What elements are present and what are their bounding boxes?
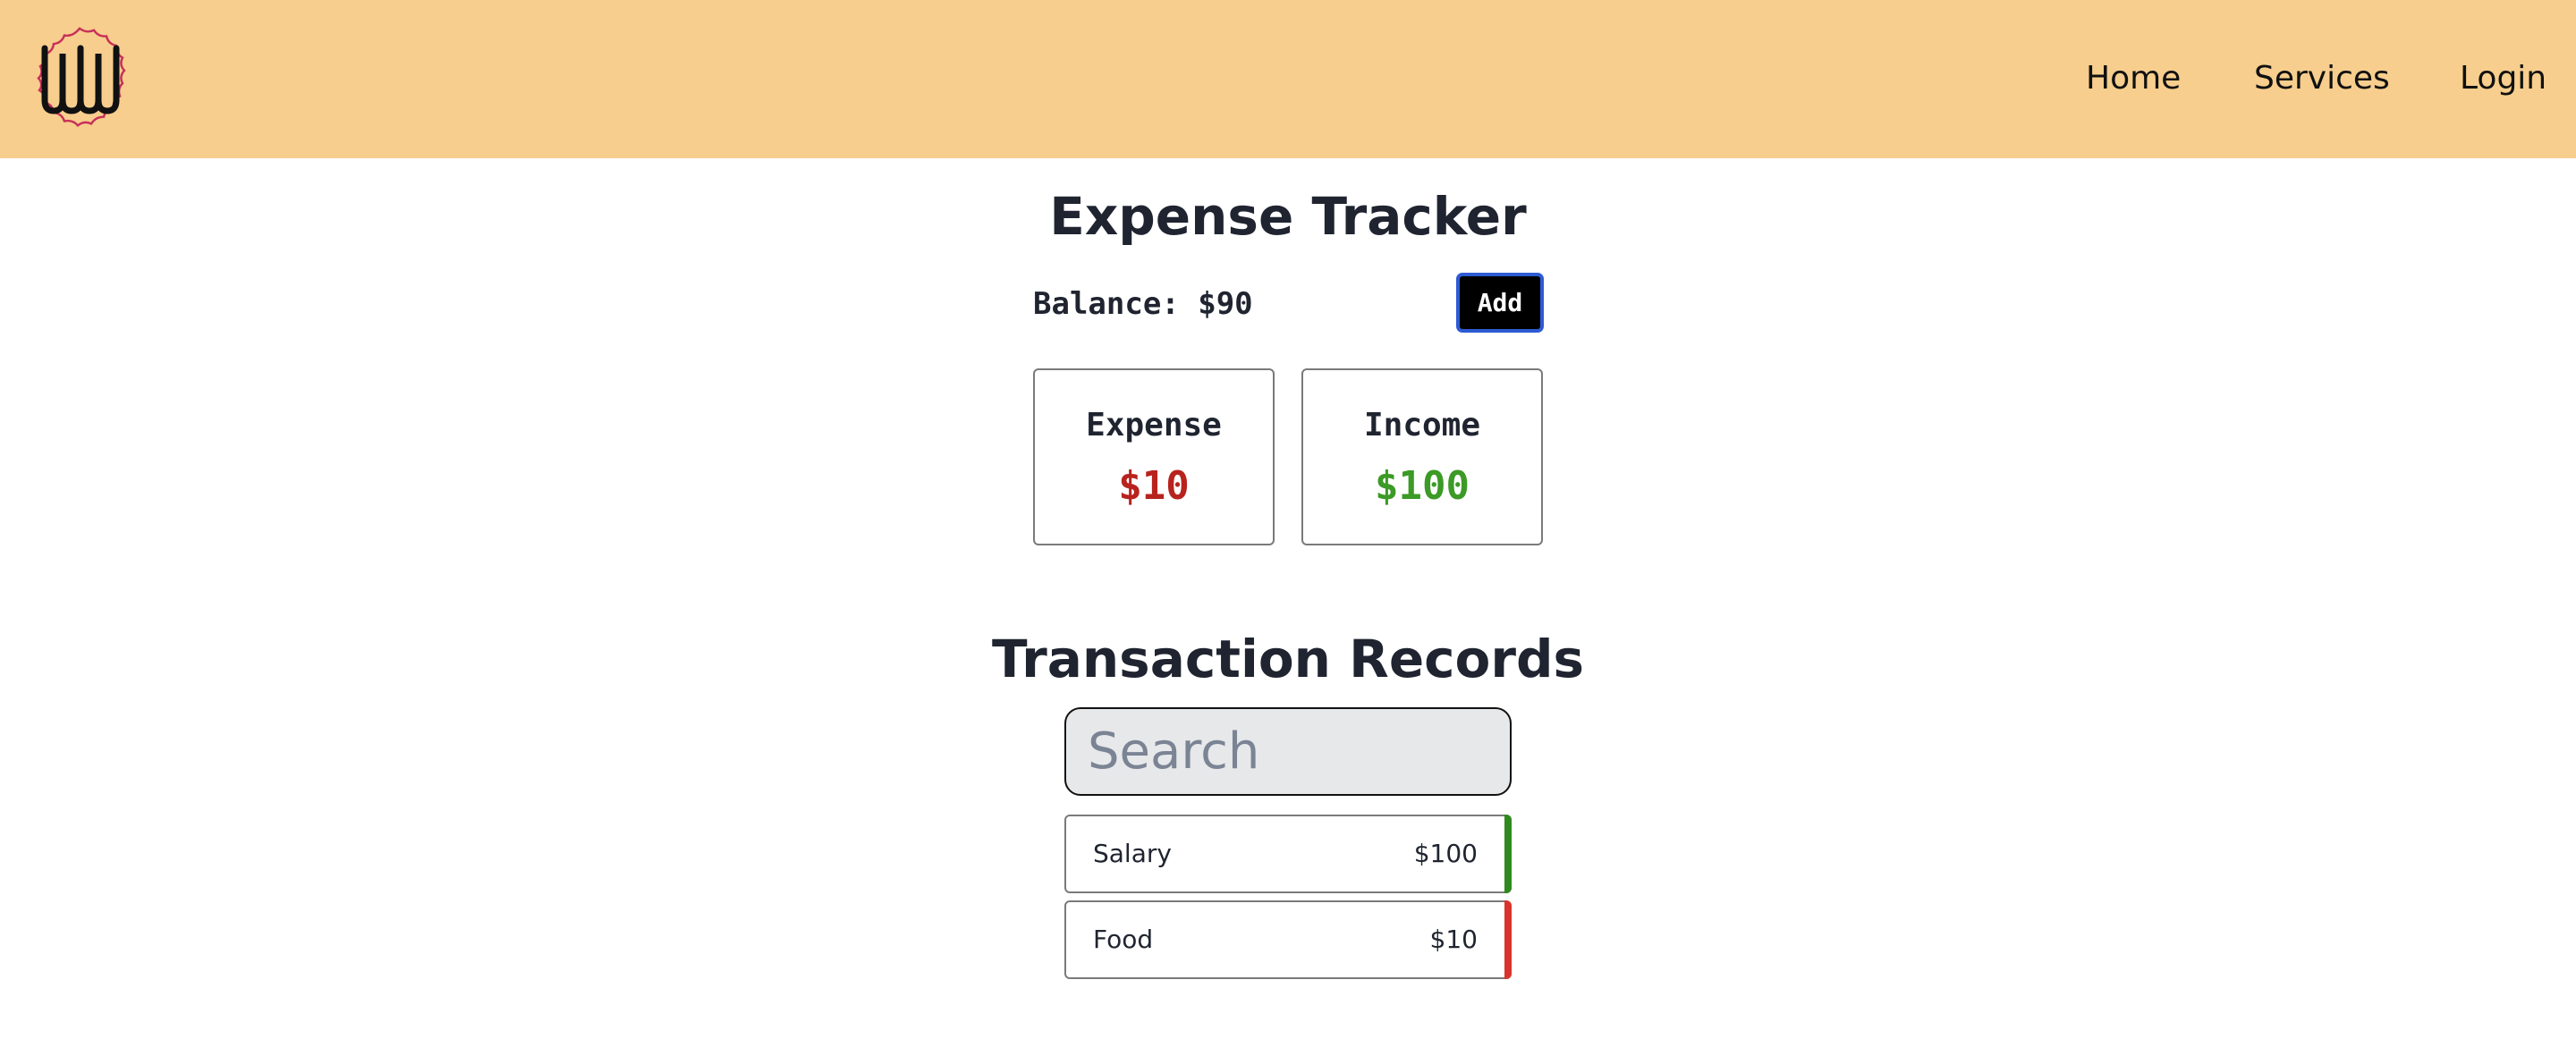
expense-card: Expense $10 (1033, 368, 1275, 545)
expense-label: Expense (1086, 407, 1222, 443)
income-label: Income (1363, 407, 1481, 443)
ww-logo[interactable] (21, 18, 138, 139)
transaction-row[interactable]: Food $10 (1064, 900, 1512, 979)
nav-login-link[interactable]: Login (2460, 54, 2546, 104)
income-stripe (1504, 815, 1512, 893)
transaction-name: Salary (1093, 839, 1172, 868)
transaction-name: Food (1093, 925, 1154, 954)
transaction-amount: $100 (1413, 839, 1478, 868)
add-button[interactable]: Add (1456, 273, 1544, 333)
expense-stripe (1504, 900, 1512, 979)
ww-logo-icon (37, 27, 126, 128)
nav-home-link[interactable]: Home (2086, 54, 2181, 104)
nav-services-link[interactable]: Services (2254, 54, 2390, 104)
income-value: $100 (1375, 463, 1470, 509)
income-card: Income $100 (1301, 368, 1543, 545)
page-title: Expense Tracker (1049, 186, 1527, 247)
balance-text: Balance: $90 (1033, 286, 1253, 322)
expense-value: $10 (1118, 463, 1190, 509)
transaction-row[interactable]: Salary $100 (1064, 815, 1512, 893)
transaction-amount: $10 (1429, 925, 1478, 954)
search-input[interactable] (1064, 707, 1512, 796)
records-title: Transaction Records (991, 629, 1585, 689)
navbar: Home Services Login (0, 0, 2576, 158)
